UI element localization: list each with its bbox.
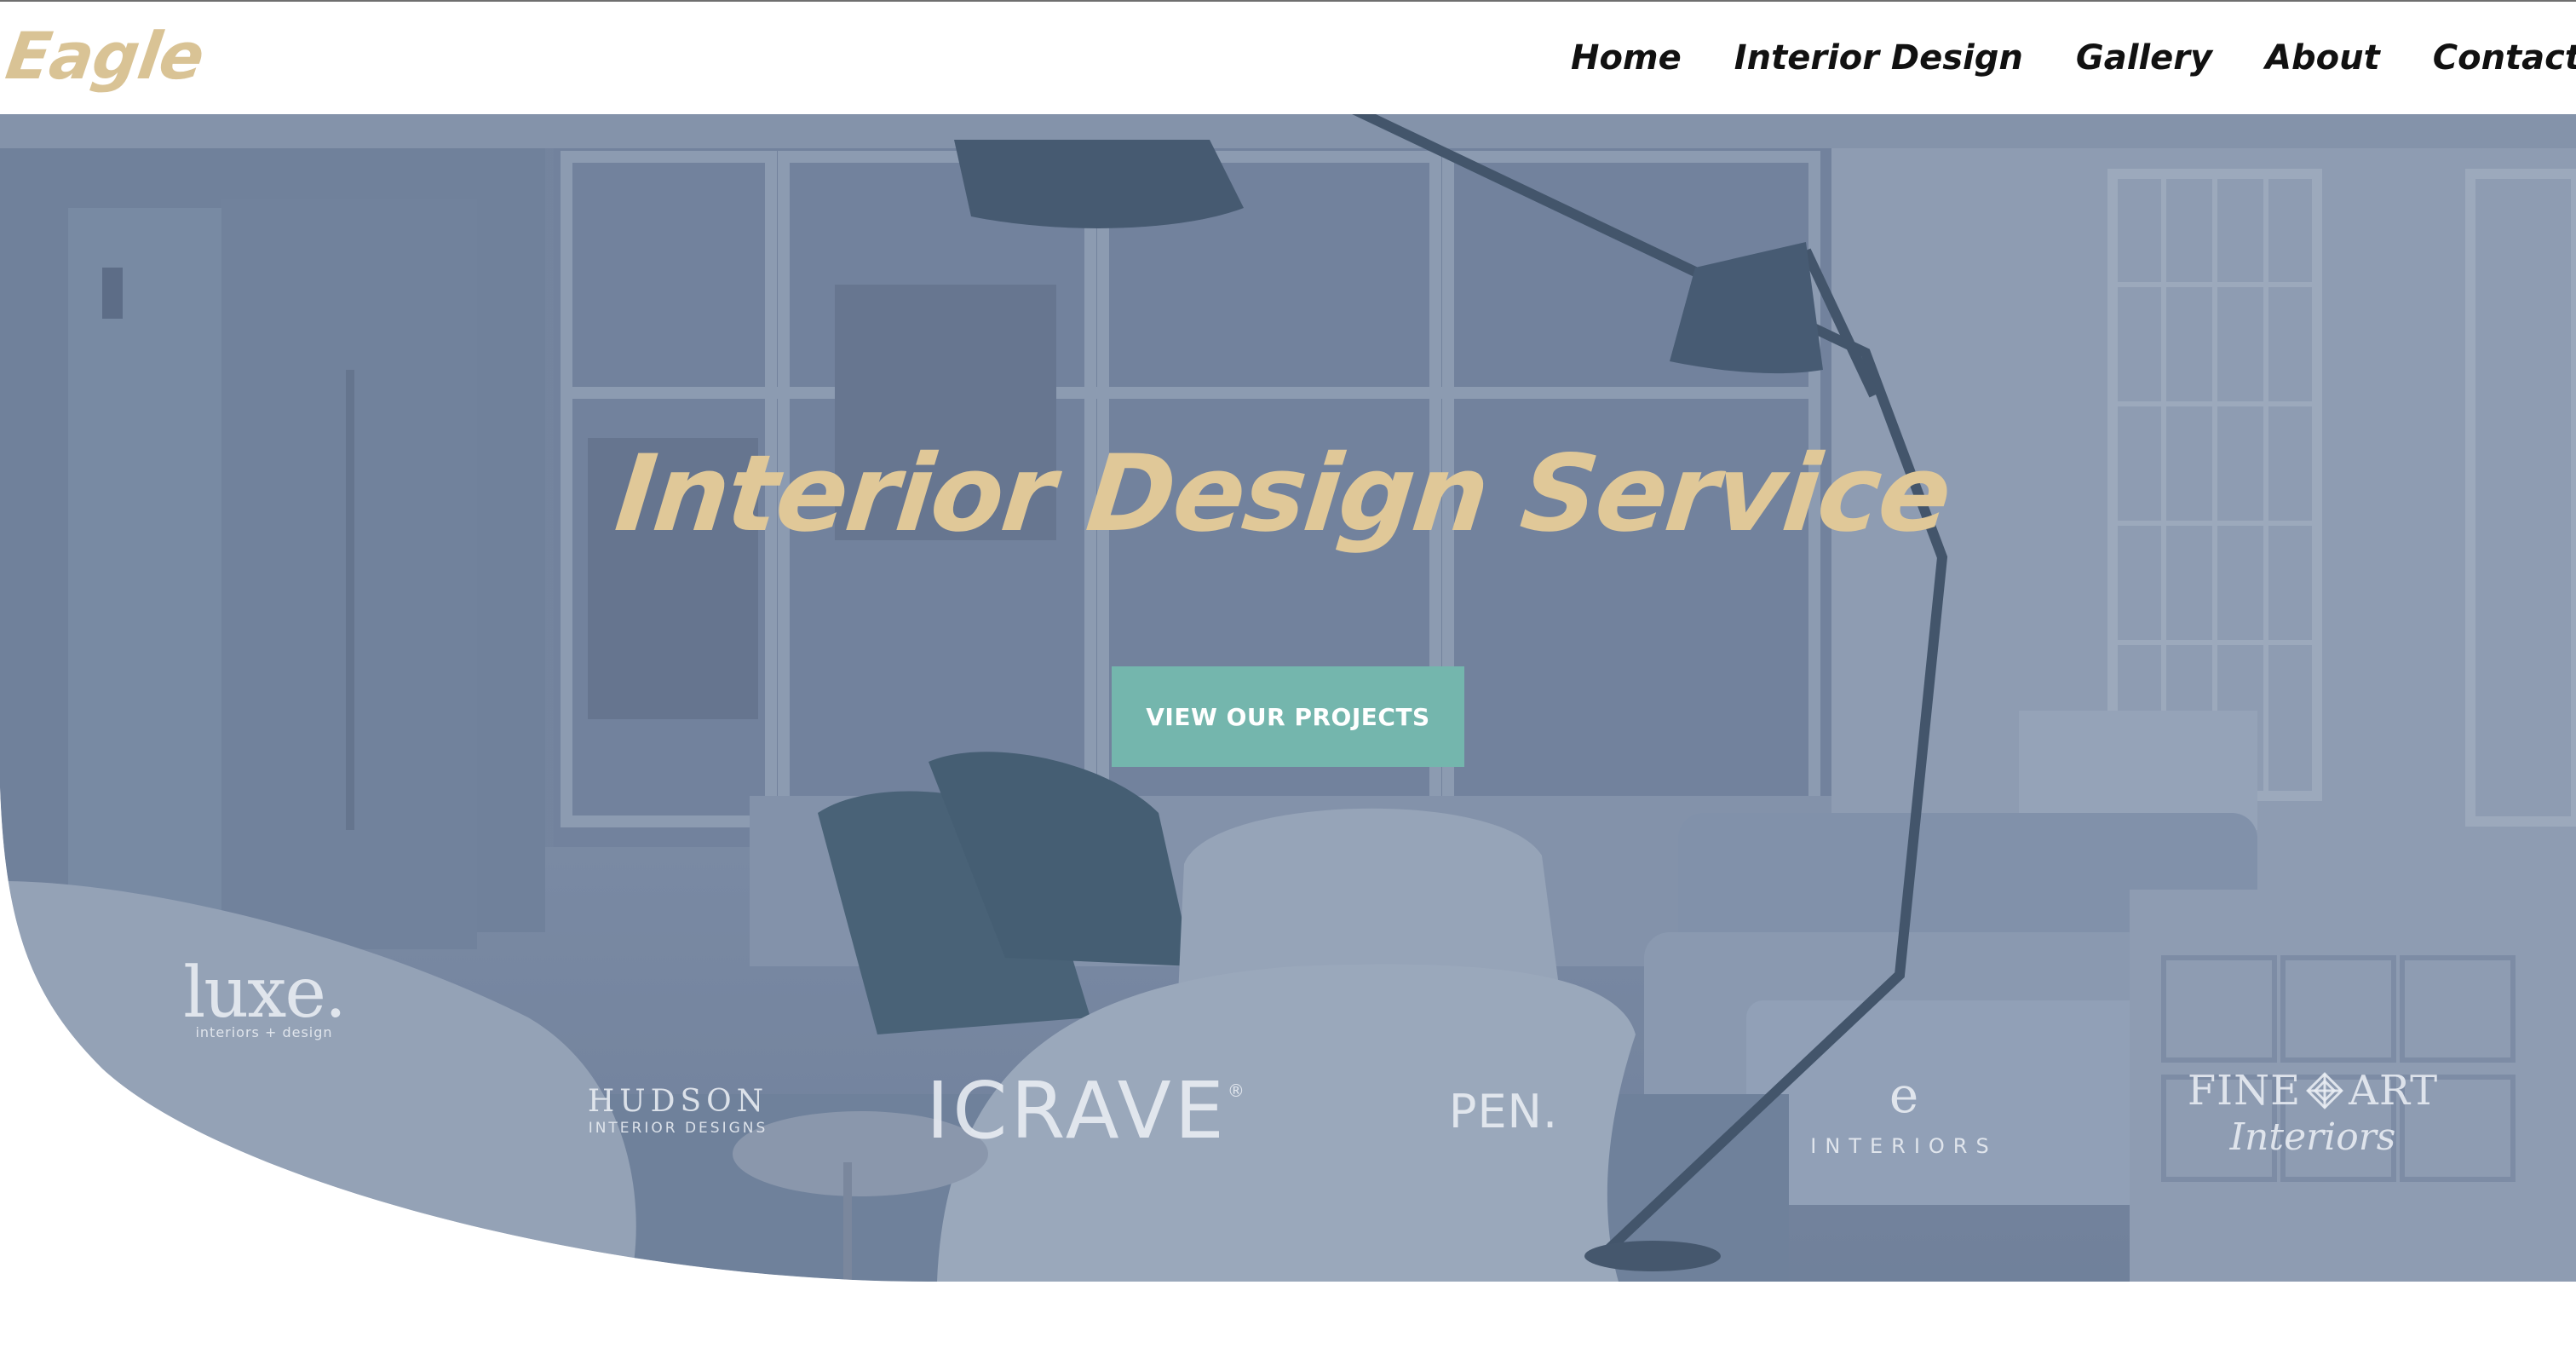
site-logo[interactable]: Eagle (1, 15, 209, 97)
e-interiors-mark-icon: e (1889, 1066, 1919, 1124)
luxe-logo-subtitle: interiors + design (195, 1024, 333, 1040)
icrave-logo-text: ICRAVE (926, 1065, 1228, 1156)
nav-about[interactable]: About (2265, 32, 2380, 84)
main-nav: Home Interior Design Gallery About Conta… (1518, 32, 2576, 84)
site-header: Eagle Home Interior Design Gallery About… (0, 2, 2576, 114)
luxe-logo: luxe. interiors + design (179, 958, 349, 1041)
hero-title: Interior Design Service (610, 433, 1956, 556)
pen-logo-text: PEN. (1448, 1085, 1559, 1138)
nav-interior-design[interactable]: Interior Design (1734, 32, 2023, 84)
pen-logo: PEN. (1431, 1082, 1576, 1142)
luxe-logo-text: luxe. (183, 953, 347, 1034)
hudson-logo-text: HUDSON (587, 1084, 769, 1119)
e-interiors-logo-text: INTERIORS (1810, 1134, 1998, 1158)
view-projects-button[interactable]: VIEW OUR PROJECTS (1112, 666, 1464, 767)
fine-art-logo-text: FINE ART (2188, 1067, 2438, 1115)
fine-art-interiors-logo: FINE ART Interiors (2181, 1065, 2445, 1159)
hudson-logo-subtitle: INTERIOR DESIGNS (588, 1120, 768, 1137)
hero-section: Interior Design Service VIEW OUR PROJECT… (0, 114, 2576, 1282)
nav-gallery[interactable]: Gallery (2076, 32, 2212, 84)
page: Eagle Home Interior Design Gallery About… (0, 0, 2576, 1360)
e-interiors-logo: e INTERIORS (1789, 1067, 2019, 1161)
registered-mark: ® (1227, 1081, 1245, 1101)
hudson-logo: HUDSON INTERIOR DESIGNS (586, 1084, 770, 1137)
fine-art-logo-subtitle: Interiors (2229, 1115, 2396, 1159)
nav-home[interactable]: Home (1571, 32, 1682, 84)
knot-icon (2306, 1071, 2344, 1109)
fine-art-logo-left: FINE (2187, 1067, 2302, 1115)
fine-art-logo-right: ART (2349, 1067, 2439, 1115)
icrave-logo: ICRAVE® (898, 1069, 1273, 1154)
nav-contact[interactable]: Contact (2433, 32, 2576, 84)
